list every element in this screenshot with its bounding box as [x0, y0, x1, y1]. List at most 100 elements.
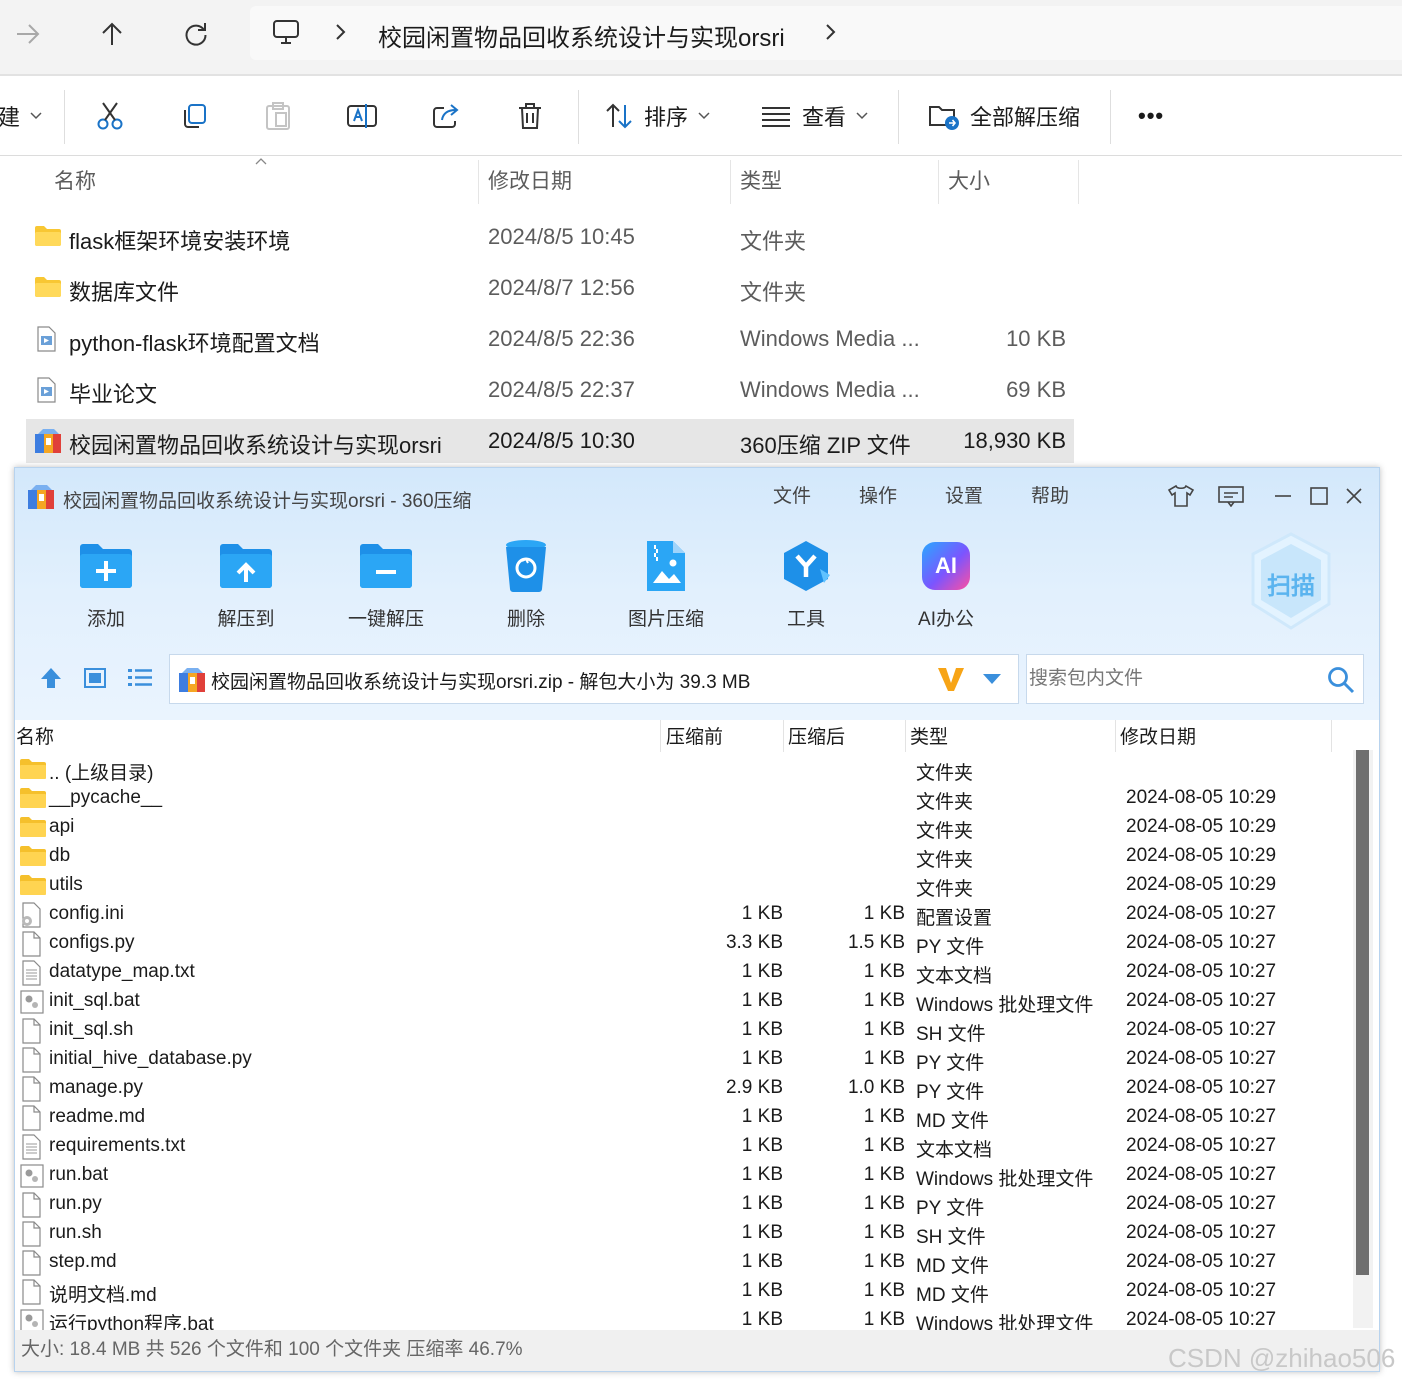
skin-button[interactable]: [1165, 482, 1197, 510]
up-button[interactable]: [92, 14, 132, 54]
new-button[interactable]: 建: [0, 96, 42, 136]
archive-row[interactable]: api 文件夹 2024-08-05 10:29: [15, 813, 1355, 842]
archive-row[interactable]: init_sql.sh 1 KB 1 KB SH 文件 2024-08-05 10:27: [15, 1016, 1355, 1045]
column-header-size[interactable]: 大小: [948, 160, 990, 204]
scrollbar-thumb[interactable]: [1356, 750, 1369, 1275]
archive-row[interactable]: readme.md 1 KB 1 KB MD 文件 2024-08-05 10:27: [15, 1103, 1355, 1132]
archive-row[interactable]: manage.py 2.9 KB 1.0 KB PY 文件 2024-08-05 10:…: [15, 1074, 1355, 1103]
archive-row[interactable]: init_sql.bat 1 KB 1 KB Windows 批处理文件 2024-08…: [15, 987, 1355, 1016]
close-button[interactable]: [1338, 482, 1370, 510]
search-icon[interactable]: [1327, 666, 1355, 694]
more-options-button[interactable]: •••: [1138, 96, 1164, 136]
ai-office-label: AI办公: [918, 609, 974, 630]
column-header-date[interactable]: 修改日期: [488, 160, 572, 204]
file-icon: [22, 1047, 41, 1073]
detail-view-icon[interactable]: [127, 666, 153, 690]
archive-item-type: 文件夹: [916, 821, 974, 842]
extract-all-button[interactable]: 全部解压缩: [928, 96, 1080, 136]
forward-button[interactable]: [8, 14, 48, 54]
file-row-selected[interactable]: 校园闲置物品回收系统设计与实现orsri 2024/8/5 10:30 360压…: [26, 419, 1074, 463]
column-separator[interactable]: [1078, 160, 1079, 204]
column-header-type[interactable]: 类型: [740, 160, 782, 204]
divider: [64, 90, 65, 144]
column-separator[interactable]: [905, 720, 906, 752]
screen: 校园闲置物品回收系统设计与实现orsri 建 排序 查看 全部解压缩 ••• 名…: [0, 0, 1402, 1386]
copy-button[interactable]: [180, 96, 208, 136]
image-compress-button[interactable]: 图片压缩: [621, 538, 711, 631]
scan-button[interactable]: 扫描: [1245, 530, 1337, 632]
share-button[interactable]: [432, 96, 462, 136]
thumbnail-view-icon[interactable]: [83, 666, 107, 690]
archive-row[interactable]: requirements.txt 1 KB 1 KB 文本文档 2024-08-05 1…: [15, 1132, 1355, 1161]
chevron-right-icon[interactable]: [824, 21, 838, 43]
column-separator[interactable]: [783, 720, 784, 752]
minimize-button[interactable]: [1267, 482, 1299, 510]
zip-col-name[interactable]: 名称: [16, 720, 54, 752]
rename-button[interactable]: [346, 96, 378, 136]
archive-item-type: PY 文件: [916, 1082, 985, 1103]
zip-col-type[interactable]: 类型: [910, 720, 948, 752]
menu-help[interactable]: 帮助: [1031, 481, 1069, 508]
archive-item-date: 2024-08-05 10:27: [1126, 1222, 1277, 1243]
zip-col-date[interactable]: 修改日期: [1120, 720, 1196, 752]
file-row[interactable]: python-flask环境配置文档 2024/8/5 22:36 Window…: [26, 317, 1074, 361]
column-separator[interactable]: [938, 160, 939, 204]
vertical-scrollbar[interactable]: [1353, 750, 1373, 1328]
column-separator[interactable]: [1115, 720, 1116, 752]
menu-operate[interactable]: 操作: [859, 481, 897, 508]
menu-settings[interactable]: 设置: [945, 481, 983, 508]
feedback-button[interactable]: [1215, 482, 1247, 510]
archive-path-text: 校园闲置物品回收系统设计与实现orsri.zip - 解包大小为 39.3 MB: [211, 672, 751, 693]
extract-to-button[interactable]: 解压到: [201, 538, 291, 631]
archive-row[interactable]: run.py 1 KB 1 KB PY 文件 2024-08-05 10:27: [15, 1190, 1355, 1219]
archive-search-input[interactable]: [1027, 655, 1317, 703]
archive-path-bar[interactable]: 校园闲置物品回收系统设计与实现orsri.zip - 解包大小为 39.3 MB: [169, 654, 1019, 704]
archive-row[interactable]: utils 文件夹 2024-08-05 10:29: [15, 871, 1355, 900]
ai-office-button[interactable]: AI AI办公: [901, 538, 991, 631]
archive-item-name: api: [49, 816, 75, 837]
column-separator[interactable]: [1331, 720, 1332, 752]
view-button[interactable]: 查看: [760, 96, 868, 136]
file-row[interactable]: 毕业论文 2024/8/5 22:37 Windows Media ... 69…: [26, 368, 1074, 412]
breadcrumb-folder[interactable]: 校园闲置物品回收系统设计与实现orsri: [378, 18, 785, 53]
one-click-extract-button[interactable]: 一键解压: [341, 538, 431, 631]
sort-button[interactable]: 排序: [604, 96, 710, 136]
archive-row[interactable]: datatype_map.txt 1 KB 1 KB 文本文档 2024-08-05 1…: [15, 958, 1355, 987]
archive-item-name: configs.py: [49, 932, 135, 953]
menu-file[interactable]: 文件: [773, 481, 811, 508]
archive-row[interactable]: db 文件夹 2024-08-05 10:29: [15, 842, 1355, 871]
zip-col-before[interactable]: 压缩前: [666, 720, 723, 752]
zip-delete-button[interactable]: 删除: [481, 538, 571, 631]
archive-row[interactable]: __pycache__ 文件夹 2024-08-05 10:29: [15, 784, 1355, 813]
delete-button[interactable]: [516, 96, 544, 136]
archive-item-size-before: 1 KB: [741, 1309, 783, 1330]
up-arrow-icon[interactable]: [39, 666, 63, 690]
file-date: 2024/8/5 10:30: [488, 428, 635, 453]
column-separator[interactable]: [478, 160, 479, 204]
vip-v-icon[interactable]: [936, 665, 966, 693]
column-separator[interactable]: [730, 160, 731, 204]
file-row[interactable]: 数据库文件 2024/8/7 12:56 文件夹: [26, 266, 1074, 310]
maximize-button[interactable]: [1303, 482, 1335, 510]
archive-row[interactable]: 说明文档.md 1 KB 1 KB MD 文件 2024-08-05 10:27: [15, 1277, 1355, 1306]
file-row[interactable]: flask框架环境安装环境 2024/8/5 10:45 文件夹: [26, 215, 1074, 259]
dropdown-arrow-icon[interactable]: [982, 673, 1002, 685]
paste-button[interactable]: [264, 96, 292, 136]
archive-row[interactable]: step.md 1 KB 1 KB MD 文件 2024-08-05 10:27: [15, 1248, 1355, 1277]
archive-row[interactable]: run.sh 1 KB 1 KB SH 文件 2024-08-05 10:27: [15, 1219, 1355, 1248]
refresh-button[interactable]: [176, 14, 216, 54]
sort-icon: [606, 103, 632, 129]
archive-row[interactable]: config.ini 1 KB 1 KB 配置设置 2024-08-05 10:27: [15, 900, 1355, 929]
zip-col-after[interactable]: 压缩后: [788, 720, 845, 752]
cut-button[interactable]: [96, 96, 124, 136]
column-header-name[interactable]: 名称: [54, 160, 96, 204]
tools-button[interactable]: 工具: [761, 538, 851, 631]
archive-row[interactable]: .. (上级目录) 文件夹: [15, 755, 1355, 784]
add-button[interactable]: 添加: [61, 538, 151, 631]
column-separator[interactable]: [660, 720, 661, 752]
archive-row[interactable]: run.bat 1 KB 1 KB Windows 批处理文件 2024-08-05 1…: [15, 1161, 1355, 1190]
address-bar[interactable]: 校园闲置物品回收系统设计与实现orsri: [250, 6, 1402, 60]
archive-row[interactable]: configs.py 3.3 KB 1.5 KB PY 文件 2024-08-05 10…: [15, 929, 1355, 958]
archive-item-name: manage.py: [49, 1077, 144, 1098]
archive-row[interactable]: initial_hive_database.py 1 KB 1 KB PY 文件 202…: [15, 1045, 1355, 1074]
